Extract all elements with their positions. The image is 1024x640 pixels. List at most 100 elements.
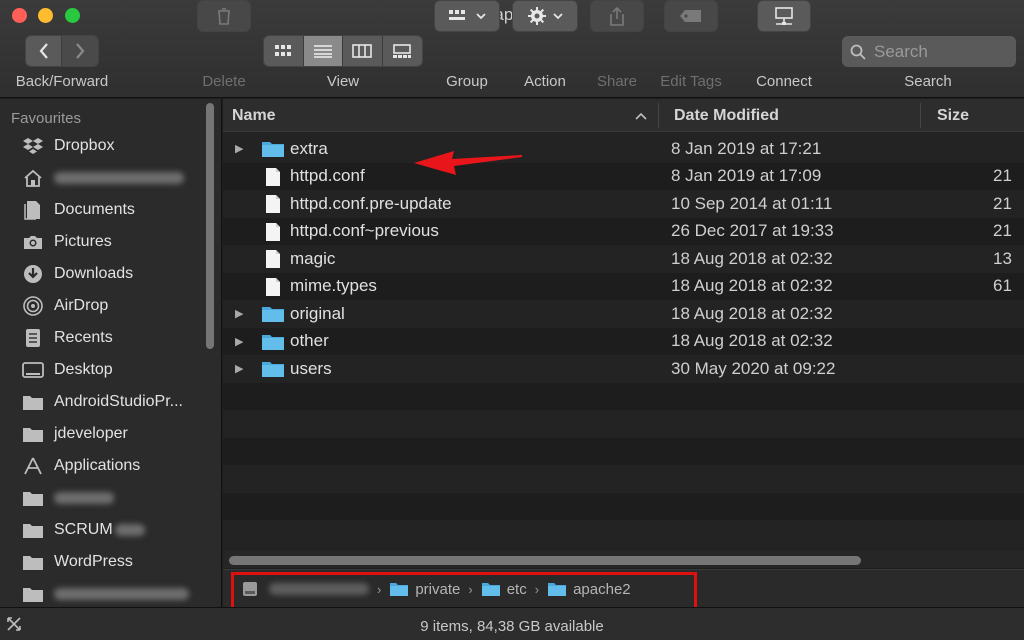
- breadcrumb-apache2[interactable]: apache2: [547, 581, 631, 598]
- applications-icon: [22, 456, 44, 476]
- sidebar-item-airdrop[interactable]: AirDrop: [22, 292, 202, 320]
- back-button[interactable]: [26, 36, 62, 66]
- file-row-httpd-conf[interactable]: httpd.conf 8 Jan 2019 at 17:09 21: [223, 162, 1024, 192]
- file-name: original: [290, 303, 345, 323]
- column-header-size[interactable]: Size: [937, 99, 1017, 132]
- view-columns-button[interactable]: [343, 36, 383, 66]
- empty-row: [223, 492, 1024, 520]
- sidebar-item-androidstudio[interactable]: AndroidStudioPr...: [22, 388, 202, 416]
- group-icon: [449, 10, 465, 20]
- file-name: users: [290, 358, 332, 378]
- file-name: extra: [290, 138, 328, 158]
- column-header-date[interactable]: Date Modified: [674, 99, 914, 132]
- breadcrumb-separator-icon: ›: [534, 581, 540, 597]
- breadcrumb-label: private: [415, 580, 461, 598]
- action-button[interactable]: [512, 0, 578, 32]
- folder-icon: [22, 392, 44, 412]
- group-button[interactable]: [434, 0, 500, 32]
- sidebar-scrollbar[interactable]: [206, 103, 214, 349]
- sidebar-item-label: Downloads: [54, 265, 134, 282]
- delete-button[interactable]: [197, 0, 251, 32]
- sidebar-item-label: Dropbox: [54, 137, 115, 154]
- view-icons-button[interactable]: [264, 36, 304, 66]
- sidebar-item-scrum[interactable]: SCRUM: [22, 516, 202, 544]
- folder-icon: [22, 488, 44, 508]
- sidebar-item-dropbox[interactable]: Dropbox: [22, 132, 202, 160]
- file-size: 21: [993, 166, 1012, 186]
- sidebar-item-wordpress[interactable]: WordPress: [22, 548, 202, 576]
- sidebar-item-downloads[interactable]: Downloads: [22, 260, 202, 288]
- file-row-original[interactable]: ▶ original 18 Aug 2018 at 02:32: [223, 300, 1024, 328]
- sidebar-item-jdeveloper[interactable]: jdeveloper: [22, 420, 202, 448]
- sidebar-item-label: Recents: [54, 329, 113, 346]
- edit-tags-label: Edit Tags: [660, 73, 722, 90]
- group-label: Group: [446, 73, 488, 90]
- document-icon: [265, 277, 281, 302]
- disclosure-triangle-icon[interactable]: ▶: [235, 335, 243, 348]
- file-name: other: [290, 331, 329, 351]
- search-input[interactable]: [874, 41, 1004, 62]
- connect-button[interactable]: [757, 0, 811, 32]
- column-separator[interactable]: [920, 103, 921, 128]
- share-button[interactable]: [590, 0, 644, 32]
- sidebar-item-redacted[interactable]: [22, 484, 202, 512]
- column-header-name[interactable]: Name: [232, 99, 652, 132]
- file-list: Name Date Modified Size ▶ extra 8 Jan 20…: [223, 99, 1024, 551]
- file-size: 21: [993, 221, 1012, 241]
- chevron-left-icon: [39, 43, 48, 59]
- sidebar-item-documents[interactable]: Documents: [22, 196, 202, 224]
- sidebar-item-home[interactable]: [22, 164, 202, 192]
- breadcrumb-separator-icon: ›: [468, 581, 473, 597]
- sidebar-item-redacted-2[interactable]: [22, 580, 202, 607]
- view-list-button[interactable]: [303, 36, 343, 66]
- file-row-magic[interactable]: magic 18 Aug 2018 at 02:32 13: [223, 245, 1024, 273]
- disclosure-triangle-icon[interactable]: ▶: [235, 307, 243, 320]
- file-name: httpd.conf.pre-update: [290, 193, 452, 213]
- file-row-httpd-conf-previous[interactable]: httpd.conf~previous 26 Dec 2017 at 19:33…: [223, 217, 1024, 245]
- sidebar-header-favourites: Favourites: [11, 110, 82, 127]
- file-row-httpd-conf-pre-update[interactable]: httpd.conf.pre-update 10 Sep 2014 at 01:…: [223, 190, 1024, 218]
- edit-tags-button[interactable]: [664, 0, 718, 32]
- disclosure-triangle-icon[interactable]: ▶: [235, 362, 243, 375]
- horizontal-scrollbar[interactable]: [229, 556, 861, 565]
- forward-button[interactable]: [62, 36, 98, 66]
- file-name: magic: [290, 248, 336, 268]
- file-row-users[interactable]: ▶ users 30 May 2020 at 09:22: [223, 355, 1024, 383]
- file-row-other[interactable]: ▶ other 18 Aug 2018 at 02:32: [223, 327, 1024, 356]
- sidebar-item-applications[interactable]: Applications: [22, 452, 202, 480]
- file-row-mime-types[interactable]: mime.types 18 Aug 2018 at 02:32 61: [223, 272, 1024, 302]
- search-label: Search: [904, 73, 952, 90]
- breadcrumb-private[interactable]: private: [389, 581, 460, 598]
- sidebar-item-label: jdeveloper: [54, 425, 128, 442]
- empty-row: [223, 465, 1024, 493]
- share-icon: [610, 6, 624, 26]
- sidebar-item-label: AirDrop: [54, 297, 109, 314]
- column-header-size-label: Size: [937, 106, 970, 124]
- breadcrumb-etc[interactable]: etc: [481, 581, 527, 598]
- chevron-right-icon: [76, 43, 85, 59]
- download-icon: [22, 264, 44, 284]
- breadcrumb-disk[interactable]: [241, 580, 369, 598]
- sidebar-item-recents[interactable]: Recents: [22, 324, 202, 352]
- recents-icon: [22, 328, 44, 348]
- breadcrumb: › private › etc › apache2: [241, 578, 631, 600]
- list-icon: [313, 45, 332, 58]
- folder-icon: [261, 333, 285, 356]
- file-name: httpd.conf~previous: [290, 221, 439, 241]
- view-switcher: [263, 35, 423, 67]
- view-gallery-button[interactable]: [382, 36, 422, 66]
- empty-row: [223, 410, 1024, 438]
- search-field[interactable]: [842, 36, 1016, 67]
- sidebar-item-label: Desktop: [54, 361, 113, 378]
- sidebar-item-desktop[interactable]: Desktop: [22, 356, 202, 384]
- view-label: View: [326, 73, 360, 90]
- file-date: 8 Jan 2019 at 17:21: [671, 138, 822, 158]
- column-separator[interactable]: [658, 103, 659, 128]
- sidebar-item-pictures[interactable]: Pictures: [22, 228, 202, 256]
- file-size: 13: [993, 248, 1012, 268]
- folder-icon: [22, 584, 44, 604]
- disclosure-triangle-icon[interactable]: ▶: [235, 142, 243, 155]
- document-icon: [265, 167, 281, 192]
- file-row-extra[interactable]: ▶ extra 8 Jan 2019 at 17:21: [223, 135, 1024, 163]
- folder-icon: [390, 582, 409, 596]
